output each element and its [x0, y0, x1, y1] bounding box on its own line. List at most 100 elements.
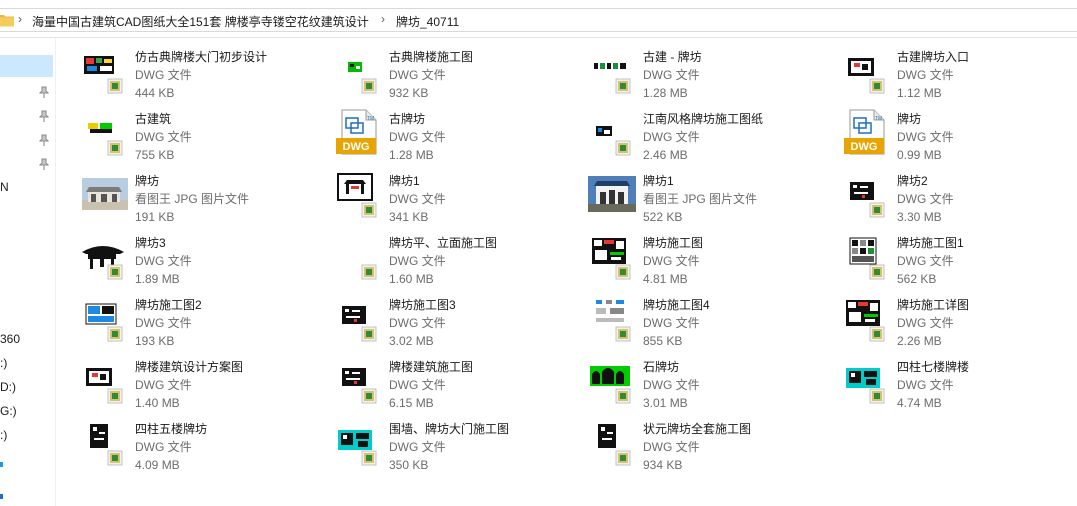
file-type: DWG 文件	[897, 130, 954, 144]
file-thumbnail	[842, 232, 890, 280]
file-type: DWG 文件	[643, 254, 700, 268]
file-item[interactable]: 状元牌坊全套施工图 DWG 文件 934 KB	[586, 416, 836, 472]
file-name: 牌坊	[897, 112, 922, 126]
file-thumbnail	[334, 170, 382, 218]
file-thumbnail	[334, 294, 382, 342]
file-item[interactable]: 牌坊平、立面施工图 DWG 文件 1.60 MB	[332, 230, 582, 286]
file-thumbnail	[334, 418, 382, 466]
file-item[interactable]: 古建牌坊入口 DWG 文件 1.12 MB	[840, 44, 1077, 100]
file-item[interactable]: 牌坊1 看图王 JPG 图片文件 522 KB	[586, 168, 836, 224]
nav-item-label[interactable]: :)	[0, 428, 7, 442]
file-thumbnail	[588, 170, 636, 218]
file-name: 石牌坊	[643, 360, 680, 374]
file-name: 围墙、牌坊大门施工图	[389, 422, 510, 436]
file-name: 仿古典牌楼大门初步设计	[135, 50, 268, 64]
file-item[interactable]: 古建筑 DWG 文件 755 KB	[78, 106, 328, 162]
nav-item-indicator	[0, 494, 3, 499]
file-item[interactable]: 牌楼建筑设计方案图 DWG 文件 1.40 MB	[78, 354, 328, 410]
file-size: 1.28 MB	[389, 148, 434, 162]
file-type: DWG 文件	[643, 440, 700, 454]
address-breadcrumb[interactable]: › 海量中国古建筑CAD图纸大全151套 牌楼亭寺镂空花纹建筑设计 › 牌坊_4…	[0, 8, 1077, 32]
file-item[interactable]: 牌坊施工图 DWG 文件 4.81 MB	[586, 230, 836, 286]
file-name: 牌楼建筑设计方案图	[135, 360, 244, 374]
file-name: 四柱五楼牌坊	[135, 422, 208, 436]
file-thumbnail	[334, 46, 382, 94]
nav-item-label[interactable]: :)	[0, 356, 7, 370]
file-item[interactable]: TM DWG 牌坊 DWG 文件 0.99 MB	[840, 106, 1077, 162]
breadcrumb-parent[interactable]: 海量中国古建筑CAD图纸大全151套 牌楼亭寺镂空花纹建筑设计	[32, 13, 369, 30]
file-size: 4.74 MB	[897, 396, 942, 410]
file-name: 四柱七楼牌楼	[897, 360, 970, 374]
nav-item-label[interactable]: N	[0, 180, 9, 194]
pin-icon[interactable]	[38, 158, 50, 170]
file-type: 看图王 JPG 图片文件	[135, 192, 250, 206]
file-size: 3.01 MB	[643, 396, 688, 410]
pin-icon[interactable]	[38, 134, 50, 146]
file-item[interactable]: 四柱五楼牌坊 DWG 文件 4.09 MB	[78, 416, 328, 472]
dwg-file-icon: TM DWG	[842, 108, 890, 156]
file-type: DWG 文件	[135, 378, 192, 392]
file-name: 古建 - 牌坊	[643, 50, 702, 64]
file-thumbnail	[588, 232, 636, 280]
nav-item-label[interactable]: G:)	[0, 404, 17, 418]
file-size: 0.99 MB	[897, 148, 942, 162]
file-item[interactable]: 牌坊施工图1 DWG 文件 562 KB	[840, 230, 1077, 286]
file-type: DWG 文件	[389, 68, 446, 82]
file-type: DWG 文件	[643, 378, 700, 392]
pin-icon[interactable]	[38, 86, 50, 98]
address-bar: › 海量中国古建筑CAD图纸大全151套 牌楼亭寺镂空花纹建筑设计 › 牌坊_4…	[0, 0, 1077, 38]
file-type: 看图王 JPG 图片文件	[643, 192, 758, 206]
file-size: 1.40 MB	[135, 396, 180, 410]
file-item[interactable]: 古典牌楼施工图 DWG 文件 932 KB	[332, 44, 582, 100]
file-type: DWG 文件	[897, 316, 954, 330]
file-size: 2.26 MB	[897, 334, 942, 348]
file-name: 牌坊施工图1	[897, 236, 964, 250]
file-item[interactable]: 牌坊施工图3 DWG 文件 3.02 MB	[332, 292, 582, 348]
file-type: DWG 文件	[389, 316, 446, 330]
file-thumbnail	[80, 46, 128, 94]
file-size: 562 KB	[897, 272, 937, 286]
file-size: 191 KB	[135, 210, 175, 224]
file-thumbnail	[842, 46, 890, 94]
nav-item-label[interactable]: 360	[0, 332, 20, 346]
nav-item-label[interactable]: D:)	[0, 380, 16, 394]
file-item[interactable]: 牌坊 看图王 JPG 图片文件 191 KB	[78, 168, 328, 224]
file-item[interactable]: 四柱七楼牌楼 DWG 文件 4.74 MB	[840, 354, 1077, 410]
file-thumbnail	[842, 294, 890, 342]
file-item[interactable]: 牌坊3 DWG 文件 1.89 MB	[78, 230, 328, 286]
file-size: 855 KB	[643, 334, 683, 348]
file-thumbnail	[80, 418, 128, 466]
file-item[interactable]: 石牌坊 DWG 文件 3.01 MB	[586, 354, 836, 410]
file-item[interactable]: 牌坊施工图4 DWG 文件 855 KB	[586, 292, 836, 348]
file-type: DWG 文件	[389, 130, 446, 144]
nav-item-selected[interactable]	[0, 55, 53, 77]
file-type: DWG 文件	[643, 316, 700, 330]
file-item[interactable]: 牌坊施工详图 DWG 文件 2.26 MB	[840, 292, 1077, 348]
file-name: 古建牌坊入口	[897, 50, 970, 64]
breadcrumb-current[interactable]: 牌坊_40711	[396, 13, 459, 30]
file-item[interactable]: 牌坊1 DWG 文件 341 KB	[332, 168, 582, 224]
pin-icon[interactable]	[38, 110, 50, 122]
file-thumbnail	[334, 232, 382, 280]
nav-item-indicator	[0, 462, 3, 467]
file-item[interactable]: 牌楼建筑施工图 DWG 文件 6.15 MB	[332, 354, 582, 410]
file-thumbnail	[588, 356, 636, 404]
file-item[interactable]: 牌坊2 DWG 文件 3.30 MB	[840, 168, 1077, 224]
file-type: DWG 文件	[389, 378, 446, 392]
file-size: 522 KB	[643, 210, 683, 224]
file-item[interactable]: 江南风格牌坊施工图纸 DWG 文件 2.46 MB	[586, 106, 836, 162]
dwg-file-icon: TM DWG	[334, 108, 382, 156]
file-item[interactable]: TM DWG 古牌坊 DWG 文件 1.28 MB	[332, 106, 582, 162]
file-item[interactable]: 牌坊施工图2 DWG 文件 193 KB	[78, 292, 328, 348]
file-item[interactable]: 围墙、牌坊大门施工图 DWG 文件 350 KB	[332, 416, 582, 472]
file-list: 仿古典牌楼大门初步设计 DWG 文件 444 KB 古典牌楼施工图 DWG 文件…	[70, 44, 1077, 506]
file-name: 牌坊2	[897, 174, 928, 188]
file-name: 牌坊1	[389, 174, 420, 188]
file-size: 444 KB	[135, 86, 175, 100]
file-size: 2.46 MB	[643, 148, 688, 162]
file-item[interactable]: 仿古典牌楼大门初步设计 DWG 文件 444 KB	[78, 44, 328, 100]
file-size: 934 KB	[643, 458, 683, 472]
file-type: DWG 文件	[389, 440, 446, 454]
file-name: 江南风格牌坊施工图纸	[643, 112, 764, 126]
file-item[interactable]: 古建 - 牌坊 DWG 文件 1.28 MB	[586, 44, 836, 100]
